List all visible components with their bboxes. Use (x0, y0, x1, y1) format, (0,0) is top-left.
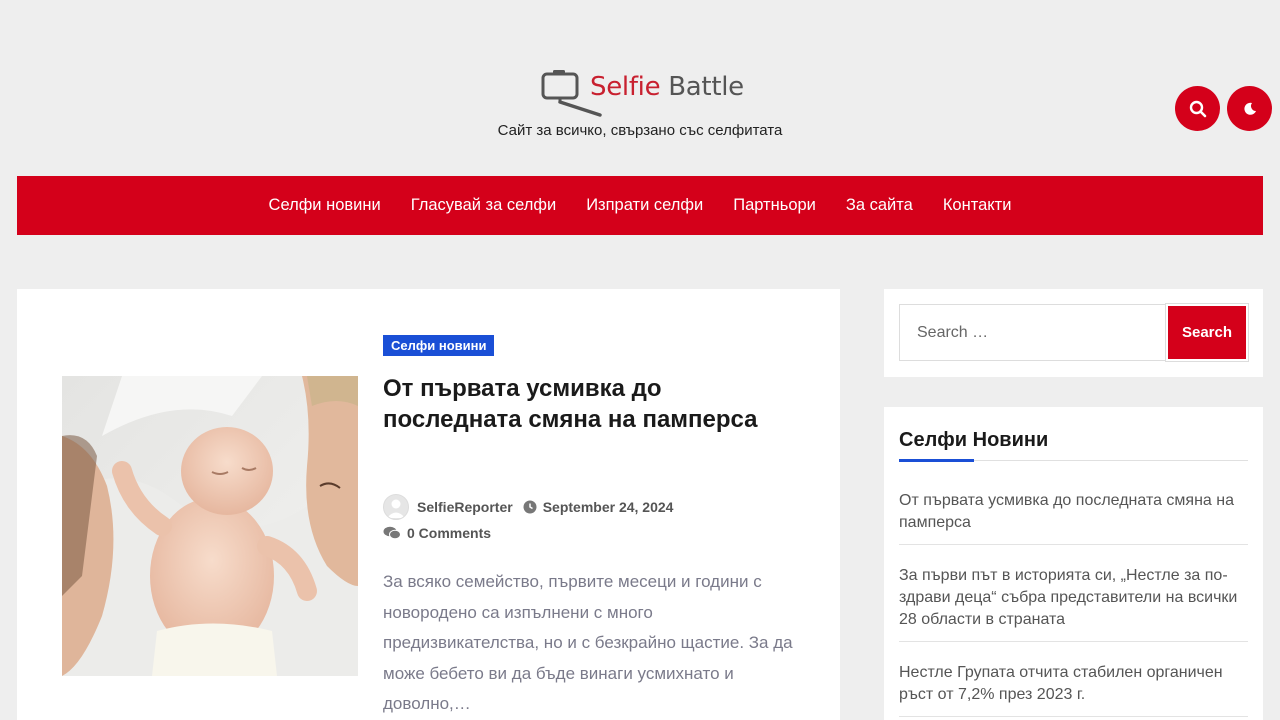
theme-toggle-button[interactable] (1227, 86, 1272, 131)
main-navigation: Селфи новини Гласувай за селфи Изпрати с… (17, 176, 1263, 235)
widget-title: Селфи Новини (899, 429, 1049, 451)
post-author[interactable]: SelfieReporter (417, 499, 513, 515)
list-item[interactable]: От първата усмивка до последната смяна н… (899, 490, 1248, 545)
nav-item-contacts[interactable]: Контакти (943, 196, 1012, 215)
search-widget: Search (884, 289, 1263, 377)
moon-icon (1243, 102, 1256, 115)
search-icon (1189, 100, 1206, 117)
news-list: От първата усмивка до последната смяна н… (899, 490, 1248, 720)
search-input[interactable] (899, 304, 1167, 361)
site-tagline: Сайт за всичко, свързано със селфитата (497, 122, 783, 139)
nav-item-partners[interactable]: Партньори (733, 196, 816, 215)
clock-icon (523, 500, 537, 514)
list-item[interactable]: Нестле Групата отчита стабилен органичен… (899, 662, 1248, 717)
site-header: Selfie Battle Сайт за всичко, свързано с… (0, 0, 1280, 176)
comments-icon (383, 526, 401, 540)
logo-text: Selfie Battle (590, 72, 744, 102)
user-icon (387, 499, 405, 518)
news-widget: Селфи Новини От първата усмивка до после… (884, 407, 1263, 720)
post-thumbnail[interactable] (62, 376, 358, 676)
nav-item-vote-selfie[interactable]: Гласувай за селфи (411, 196, 557, 215)
post-comments-meta: 0 Comments (383, 525, 491, 541)
post-meta: SelfieReporter September 24, 2024 (383, 494, 673, 520)
baby-photo (62, 376, 358, 676)
nav-item-send-selfie[interactable]: Изпрати селфи (586, 196, 703, 215)
header-search-button[interactable] (1175, 86, 1220, 131)
list-item[interactable]: За първи път в историята си, „Нестле за … (899, 565, 1248, 642)
post-excerpt: За всяко семейство, първите месеци и год… (383, 572, 793, 713)
search-button[interactable]: Search (1165, 303, 1249, 362)
site-logo[interactable]: Selfie Battle (540, 68, 744, 120)
post-card: Селфи новини От първата усмивка до после… (17, 289, 840, 720)
avatar[interactable] (383, 494, 409, 520)
nav-item-selfie-news[interactable]: Селфи новини (269, 196, 381, 215)
nav-item-about[interactable]: За сайта (846, 196, 913, 215)
post-comments[interactable]: 0 Comments (407, 525, 491, 541)
post-title[interactable]: От първата усмивка до последната смяна н… (383, 373, 803, 435)
post-date[interactable]: September 24, 2024 (543, 499, 674, 515)
widget-title-accent (899, 459, 974, 462)
category-badge[interactable]: Селфи новини (383, 335, 495, 356)
